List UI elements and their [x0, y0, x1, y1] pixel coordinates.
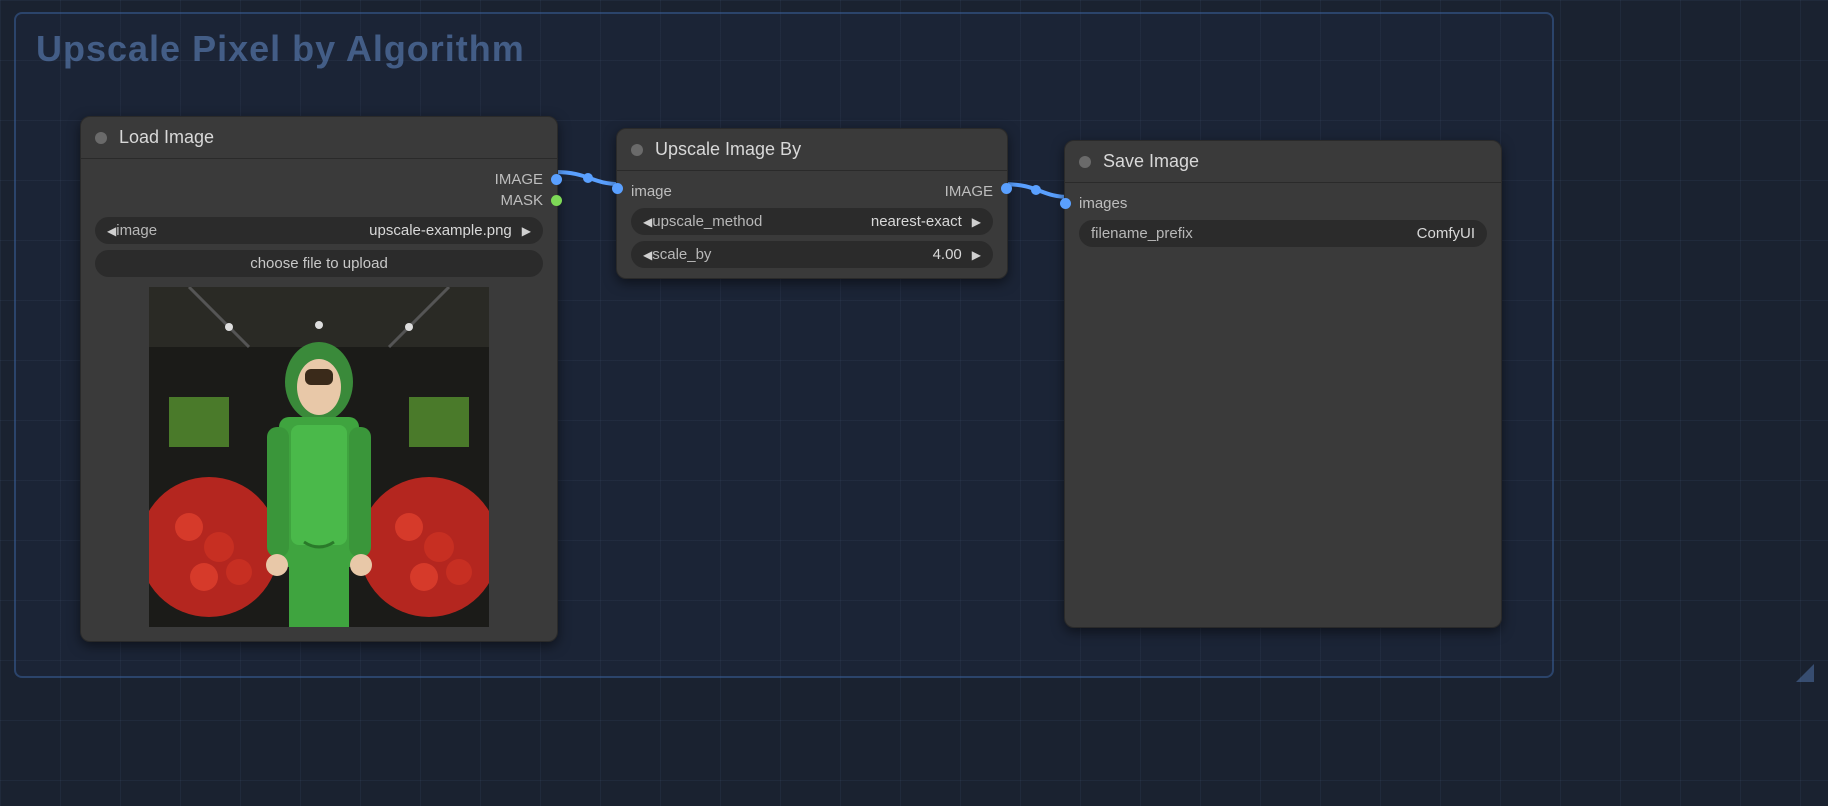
chevron-left-icon[interactable]: ◀ — [643, 215, 652, 229]
node-collapse-dot[interactable] — [631, 144, 643, 156]
input-port-images[interactable]: images — [1079, 193, 1487, 214]
widget-upscale-method[interactable]: ◀ upscale_method nearest-exact ▶ — [631, 208, 993, 235]
widget-scale-by[interactable]: ◀ scale_by 4.00 ▶ — [631, 241, 993, 268]
node-header[interactable]: Save Image — [1065, 141, 1501, 183]
port-circle-icon[interactable] — [612, 183, 623, 194]
port-circle-icon[interactable] — [1001, 183, 1012, 194]
upload-button[interactable]: choose file to upload — [95, 250, 543, 277]
chevron-right-icon[interactable]: ▶ — [972, 215, 981, 229]
group-title: Upscale Pixel by Algorithm — [36, 28, 525, 70]
node-upscale-image-by[interactable]: Upscale Image By image IMAGE ◀ upscale_m… — [616, 128, 1008, 279]
node-header[interactable]: Upscale Image By — [617, 129, 1007, 171]
widget-filename-prefix[interactable]: filename_prefix ComfyUI — [1079, 220, 1487, 247]
widget-image-selector[interactable]: ◀ image upscale-example.png ▶ — [95, 217, 543, 244]
node-load-image[interactable]: Load Image IMAGE MASK ◀ image upscale-ex… — [80, 116, 558, 642]
port-circle-icon[interactable] — [1060, 198, 1071, 209]
port-circle-icon[interactable] — [551, 195, 562, 206]
node-title: Upscale Image By — [655, 139, 801, 160]
node-save-image[interactable]: Save Image images filename_prefix ComfyU… — [1064, 140, 1502, 628]
node-collapse-dot[interactable] — [1079, 156, 1091, 168]
node-header[interactable]: Load Image — [81, 117, 557, 159]
output-port-mask[interactable]: MASK — [95, 190, 543, 211]
node-title: Save Image — [1103, 151, 1199, 172]
image-preview[interactable] — [149, 287, 489, 627]
output-port-image[interactable]: IMAGE — [95, 169, 543, 190]
chevron-left-icon[interactable]: ◀ — [107, 224, 116, 238]
chevron-right-icon[interactable]: ▶ — [522, 224, 531, 238]
chevron-left-icon[interactable]: ◀ — [643, 248, 652, 262]
port-circle-icon[interactable] — [551, 174, 562, 185]
node-title: Load Image — [119, 127, 214, 148]
input-port-image[interactable]: image — [631, 183, 672, 200]
resize-handle-icon[interactable] — [1796, 664, 1814, 682]
node-collapse-dot[interactable] — [95, 132, 107, 144]
output-port-image[interactable]: IMAGE — [945, 183, 993, 200]
chevron-right-icon[interactable]: ▶ — [972, 248, 981, 262]
